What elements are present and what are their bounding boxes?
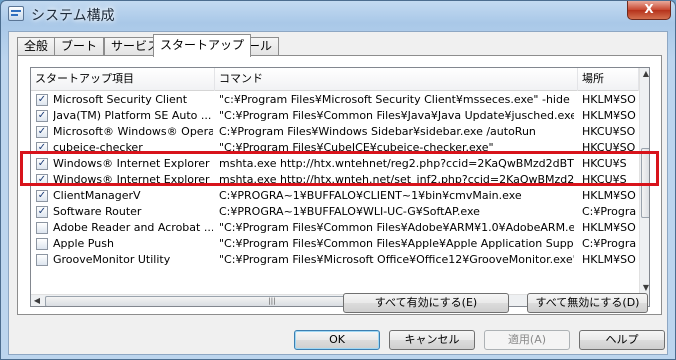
startup-item-checkbox[interactable]: ✓	[36, 174, 48, 186]
startup-item-command: mshta.exe http://htx.wntehnet/reg2.php?c…	[219, 157, 574, 170]
startup-item-command: C:¥Program Files¥Windows Sidebar¥sidebar…	[219, 125, 536, 138]
startup-item-location: HKCU¥S	[582, 173, 627, 186]
vertical-scroll-thumb[interactable]	[641, 148, 649, 218]
startup-item-command: C:¥PROGRA~1¥BUFFALO¥CLIENT~1¥bin¥cmvMain…	[219, 189, 522, 202]
cancel-button[interactable]: キャンセル	[389, 330, 475, 350]
startup-item-checkbox[interactable]: ✓	[36, 190, 48, 202]
title-bar[interactable]: システム構成 X	[1, 1, 675, 27]
startup-item-checkbox[interactable]	[36, 222, 48, 234]
ok-button[interactable]: OK	[294, 330, 380, 350]
startup-item-location: HKLM¥SO	[582, 221, 636, 234]
startup-item-location: HKCU¥SO	[582, 141, 636, 154]
column-header-location[interactable]: 場所	[578, 68, 639, 91]
startup-item-checkbox[interactable]: ✓	[36, 110, 48, 122]
enable-all-button[interactable]: すべて有効にする(E)	[343, 293, 509, 313]
msconfig-icon	[8, 6, 24, 21]
startup-item-checkbox[interactable]: ✓	[36, 94, 48, 106]
startup-item-name: Apple Push	[53, 237, 114, 250]
startup-item-name: Microsoft Security Client	[53, 93, 188, 106]
vertical-scrollbar[interactable]: ▲ ▼	[639, 68, 649, 294]
startup-item-location: C:¥Progra	[582, 237, 637, 250]
startup-item-name: Software Router	[53, 205, 142, 218]
column-header-startup-item[interactable]: スタートアップ項目	[31, 68, 215, 91]
startup-item-name: GrooveMonitor Utility	[53, 253, 171, 266]
startup-item-location: C:¥Progra	[582, 205, 637, 218]
startup-item-name: cubeice-checker	[53, 141, 143, 154]
column-header-command[interactable]: コマンド	[215, 68, 578, 91]
table-row[interactable]: Adobe Reader and Acrobat ... "C:¥Program …	[31, 220, 639, 236]
startup-item-command: "C:¥Program Files¥Common Files¥Adobe¥ARM…	[219, 221, 574, 234]
startup-item-location: HKLM¥SO	[582, 253, 636, 266]
startup-item-location: HKLM¥SO	[582, 93, 636, 106]
startup-items-list[interactable]: スタートアップ項目 コマンド 場所 ✓ Microsoft Security Cl…	[30, 67, 650, 307]
window-title: システム構成	[31, 8, 115, 24]
disable-all-button[interactable]: すべて無効にする(D)	[527, 293, 648, 313]
scroll-left-icon[interactable]: ◀	[32, 295, 42, 306]
startup-item-location: HKCU¥S	[582, 157, 627, 170]
list-rows: ✓ Microsoft Security Client "c:¥Program Fi…	[31, 92, 639, 268]
startup-item-command: "C:¥Program Files¥Microsoft Office¥Offic…	[219, 253, 574, 266]
list-header: スタートアップ項目 コマンド 場所	[31, 68, 639, 91]
table-row[interactable]: ✓ Microsoft Security Client "c:¥Program Fi…	[31, 92, 639, 108]
startup-item-location: HKLM¥SO	[582, 109, 636, 122]
table-row[interactable]: ✓ Software Router C:¥PROGRA~1¥BUFFALO¥WLI-…	[31, 204, 639, 220]
startup-item-location: HKLM¥SO	[582, 189, 636, 202]
startup-item-checkbox[interactable]: ✓	[36, 158, 48, 170]
table-row[interactable]: ✓ Java(TM) Platform SE Auto ... "C:¥Progra…	[31, 108, 639, 124]
startup-item-name: Adobe Reader and Acrobat ...	[53, 221, 213, 234]
startup-item-name: Microsoft® Windows® Opera...	[53, 125, 213, 138]
dialog-client-area: 全般 ブート サービス スタートアップ ツール スタートアップ項目 コマンド 場…	[8, 31, 668, 355]
close-button[interactable]: X	[627, 1, 671, 20]
tab-startup[interactable]: スタートアップ	[153, 34, 252, 57]
tab-general[interactable]: 全般	[17, 37, 56, 56]
startup-item-location: HKCU¥SO	[582, 125, 636, 138]
table-row[interactable]: ✓ cubeice-checker "C:¥Program Files¥CubeIC…	[31, 140, 639, 156]
table-row[interactable]: GrooveMonitor Utility "C:¥Program Files¥M…	[31, 252, 639, 268]
table-row[interactable]: ✓ Windows® Internet Explorer mshta.exe htt…	[31, 156, 639, 172]
system-configuration-window: システム構成 X 全般 ブート サービス スタートアップ ツール スタートアップ…	[0, 0, 676, 360]
startup-item-checkbox[interactable]: ✓	[36, 206, 48, 218]
table-row[interactable]: ✓ Windows® Internet Explorer mshta.exe htt…	[31, 172, 639, 188]
startup-item-command: "C:¥Program Files¥Common Files¥Apple¥App…	[219, 237, 574, 250]
startup-item-command: C:¥PROGRA~1¥BUFFALO¥WLI-UC-G¥SoftAP.exe	[219, 205, 480, 218]
startup-item-checkbox[interactable]: ✓	[36, 126, 48, 138]
startup-item-checkbox[interactable]: ✓	[36, 142, 48, 154]
startup-item-command: "c:¥Program Files¥Microsoft Security Cli…	[219, 93, 574, 106]
startup-tab-panel: スタートアップ項目 コマンド 場所 ✓ Microsoft Security Cl…	[17, 55, 662, 315]
startup-item-name: Windows® Internet Explorer	[53, 157, 210, 170]
startup-item-checkbox[interactable]	[36, 238, 48, 250]
startup-item-checkbox[interactable]	[36, 254, 48, 266]
startup-item-name: ClientManagerV	[53, 189, 141, 202]
startup-item-command: mshta.exe http://htx.wnteh.net/set_inf2.…	[219, 173, 574, 186]
startup-item-command: "C:¥Program Files¥Common Files¥Java¥Java…	[219, 109, 574, 122]
startup-item-name: Java(TM) Platform SE Auto ...	[53, 109, 212, 122]
startup-item-name: Windows® Internet Explorer	[53, 173, 210, 186]
apply-button: 適用(A)	[484, 330, 570, 350]
startup-item-command: "C:¥Program Files¥CubeICE¥cubeice-checke…	[219, 141, 494, 154]
table-row[interactable]: ✓ ClientManagerV C:¥PROGRA~1¥BUFFALO¥CLIEN…	[31, 188, 639, 204]
tab-boot[interactable]: ブート	[54, 37, 105, 56]
table-row[interactable]: Apple Push "C:¥Program Files¥Common Files…	[31, 236, 639, 252]
help-button[interactable]: ヘルプ	[579, 330, 665, 350]
scroll-up-icon[interactable]: ▲	[641, 68, 649, 80]
table-row[interactable]: ✓ Microsoft® Windows® Opera... C:¥Program …	[31, 124, 639, 140]
